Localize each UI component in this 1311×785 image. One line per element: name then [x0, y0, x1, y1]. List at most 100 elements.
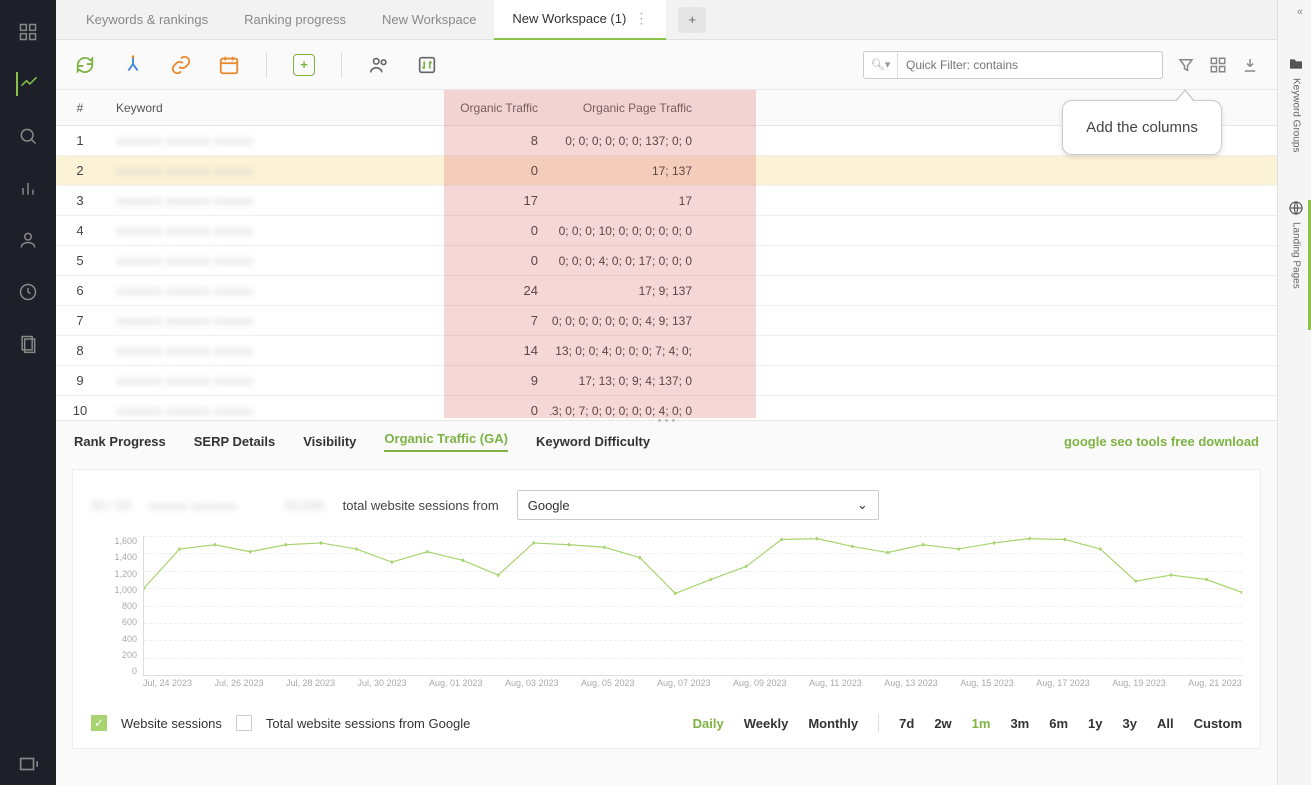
nav-search-icon[interactable]: [16, 124, 40, 148]
nav-user-icon[interactable]: [16, 228, 40, 252]
cell-number: 1: [56, 133, 104, 148]
th-number[interactable]: #: [56, 90, 104, 125]
cell-organic-page-traffic: 13; 0; 7; 0; 0; 0; 0; 0; 4; 0; 0: [550, 404, 706, 418]
nav-dashboard-icon[interactable]: [16, 20, 40, 44]
dtab-visibility[interactable]: Visibility: [303, 434, 356, 449]
range-daily[interactable]: Daily: [693, 716, 724, 731]
table-row[interactable]: 8xxxxxxx xxxxxxx xxxxxx1413; 0; 0; 4; 0;…: [56, 336, 1277, 366]
panel-drag-handle[interactable]: • • •: [658, 415, 676, 427]
table-row[interactable]: 9xxxxxxx xxxxxxx xxxxxx917; 13; 0; 9; 4;…: [56, 366, 1277, 396]
range-weekly[interactable]: Weekly: [744, 716, 789, 731]
cell-organic-traffic: 7: [394, 313, 550, 328]
sort-icon[interactable]: [416, 54, 438, 76]
main-area: Keywords & rankings Ranking progress New…: [56, 0, 1277, 785]
cell-organic-traffic: 17: [394, 193, 550, 208]
right-rail-collapse-icon[interactable]: «: [1297, 6, 1303, 18]
table-body: 1xxxxxxx xxxxxxx xxxxxx80; 0; 0; 0; 0; 0…: [56, 126, 1277, 420]
cell-organic-page-traffic: 0; 0; 0; 10; 0; 0; 0; 0; 0; 0: [550, 224, 706, 238]
range-all[interactable]: All: [1157, 716, 1174, 731]
cell-organic-page-traffic: 0; 0; 0; 4; 0; 0; 17; 0; 0; 0: [550, 254, 706, 268]
chart-legend: ✓ Website sessions Total website session…: [91, 714, 1242, 732]
nav-reports-icon[interactable]: [16, 176, 40, 200]
sessions-count-blurred: 00 / 00: [91, 498, 131, 513]
cell-organic-traffic: 0: [394, 163, 550, 178]
add-keyword-button[interactable]: +: [293, 54, 315, 76]
add-tab-button[interactable]: +: [678, 7, 706, 33]
tab-keywords-rankings[interactable]: Keywords & rankings: [68, 0, 226, 40]
users-icon[interactable]: [368, 54, 390, 76]
range-1m[interactable]: 1m: [972, 716, 991, 731]
calendar-icon[interactable]: [218, 54, 240, 76]
tab-more-icon[interactable]: ⋮: [634, 10, 648, 27]
x-axis-ticks: Jul, 24 2023Jul, 26 2023Jul, 28 2023Jul,…: [143, 678, 1242, 696]
range-1y[interactable]: 1y: [1088, 716, 1102, 731]
dtab-organic-traffic[interactable]: Organic Traffic (GA): [384, 431, 508, 452]
tab-new-workspace[interactable]: New Workspace: [364, 0, 494, 40]
cell-keyword-blurred: xxxxxxx xxxxxxx xxxxxx: [104, 193, 394, 208]
th-keyword[interactable]: Keyword: [104, 90, 394, 125]
table-row[interactable]: 4xxxxxxx xxxxxxx xxxxxx00; 0; 0; 10; 0; …: [56, 216, 1277, 246]
cell-number: 2: [56, 163, 104, 178]
link-icon[interactable]: [170, 54, 192, 76]
cell-number: 9: [56, 373, 104, 388]
range-monthly[interactable]: Monthly: [808, 716, 858, 731]
download-icon[interactable]: [1241, 56, 1259, 74]
nav-analytics-icon[interactable]: [16, 72, 40, 96]
cell-organic-page-traffic: 17; 13; 0; 9; 4; 137; 0: [550, 374, 706, 388]
legend-website-sessions-checkbox[interactable]: ✓: [91, 715, 107, 731]
sessions-from-label: total website sessions from: [343, 498, 499, 513]
tab-ranking-progress[interactable]: Ranking progress: [226, 0, 364, 40]
right-rail: « Keyword Groups Landing Pages: [1277, 0, 1311, 785]
cell-organic-traffic: 9: [394, 373, 550, 388]
source-select[interactable]: Google ⌄: [517, 490, 879, 520]
detail-keyword-link[interactable]: google seo tools free download: [1064, 434, 1259, 449]
right-rail-landing-pages[interactable]: Landing Pages: [1281, 200, 1311, 289]
nav-pages-icon[interactable]: [16, 332, 40, 356]
range-7d[interactable]: 7d: [899, 716, 914, 731]
nav-collapse-icon[interactable]: [0, 753, 56, 775]
tab-new-workspace-1[interactable]: New Workspace (1)⋮: [494, 0, 666, 40]
table-row[interactable]: 2xxxxxxx xxxxxxx xxxxxx017; 137: [56, 156, 1277, 186]
cell-keyword-blurred: xxxxxxx xxxxxxx xxxxxx: [104, 223, 394, 238]
sessions-label-blurred: xxxxxx xxxxxxx: [149, 498, 237, 513]
cell-organic-page-traffic: 0; 0; 0; 0; 0; 0; 137; 0; 0: [550, 134, 706, 148]
left-nav-rail: [0, 0, 56, 785]
dtab-serp-details[interactable]: SERP Details: [194, 434, 275, 449]
th-organic-page-traffic[interactable]: Organic Page Traffic: [550, 90, 706, 125]
detail-tabs: Rank Progress SERP Details Visibility Or…: [56, 421, 1277, 461]
quick-filter-field[interactable]: [898, 58, 1162, 72]
cell-organic-traffic: 8: [394, 133, 550, 148]
dtab-keyword-difficulty[interactable]: Keyword Difficulty: [536, 434, 650, 449]
search-dropdown-icon[interactable]: 🔍︎▾: [864, 52, 898, 78]
quick-filter-input[interactable]: 🔍︎▾: [863, 51, 1163, 79]
cell-number: 4: [56, 223, 104, 238]
th-organic-traffic[interactable]: Organic Traffic: [394, 90, 550, 125]
chevron-down-icon: ⌄: [857, 497, 868, 513]
table-row[interactable]: 5xxxxxxx xxxxxxx xxxxxx00; 0; 0; 4; 0; 0…: [56, 246, 1277, 276]
table-row[interactable]: 3xxxxxxx xxxxxxx xxxxxx1717: [56, 186, 1277, 216]
columns-icon[interactable]: [1209, 56, 1227, 74]
right-rail-keyword-groups[interactable]: Keyword Groups: [1281, 56, 1311, 152]
range-3m[interactable]: 3m: [1010, 716, 1029, 731]
cell-number: 8: [56, 343, 104, 358]
right-rail-tab2-label: Landing Pages: [1291, 222, 1302, 289]
table-row[interactable]: 6xxxxxxx xxxxxxx xxxxxx2417; 9; 137: [56, 276, 1277, 306]
cell-organic-traffic: 0: [394, 223, 550, 238]
table-row[interactable]: 7xxxxxxx xxxxxxx xxxxxx70; 0; 0; 0; 0; 0…: [56, 306, 1277, 336]
add-columns-tooltip: Add the columns: [1062, 100, 1222, 155]
distribute-icon[interactable]: [122, 54, 144, 76]
toolbar: + 🔍︎▾: [56, 40, 1277, 90]
cell-number: 10: [56, 403, 104, 418]
range-6m[interactable]: 6m: [1049, 716, 1068, 731]
nav-history-icon[interactable]: [16, 280, 40, 304]
legend-total-sessions-checkbox[interactable]: [236, 715, 252, 731]
total-count-blurred: 00,000: [285, 498, 325, 513]
cell-keyword-blurred: xxxxxxx xxxxxxx xxxxxx: [104, 373, 394, 388]
range-custom[interactable]: Custom: [1194, 716, 1242, 731]
range-3y[interactable]: 3y: [1123, 716, 1137, 731]
filter-icon[interactable]: [1177, 56, 1195, 74]
dtab-rank-progress[interactable]: Rank Progress: [74, 434, 166, 449]
refresh-icon[interactable]: [74, 54, 96, 76]
range-2w[interactable]: 2w: [934, 716, 951, 731]
right-rail-tab1-label: Keyword Groups: [1291, 78, 1302, 152]
